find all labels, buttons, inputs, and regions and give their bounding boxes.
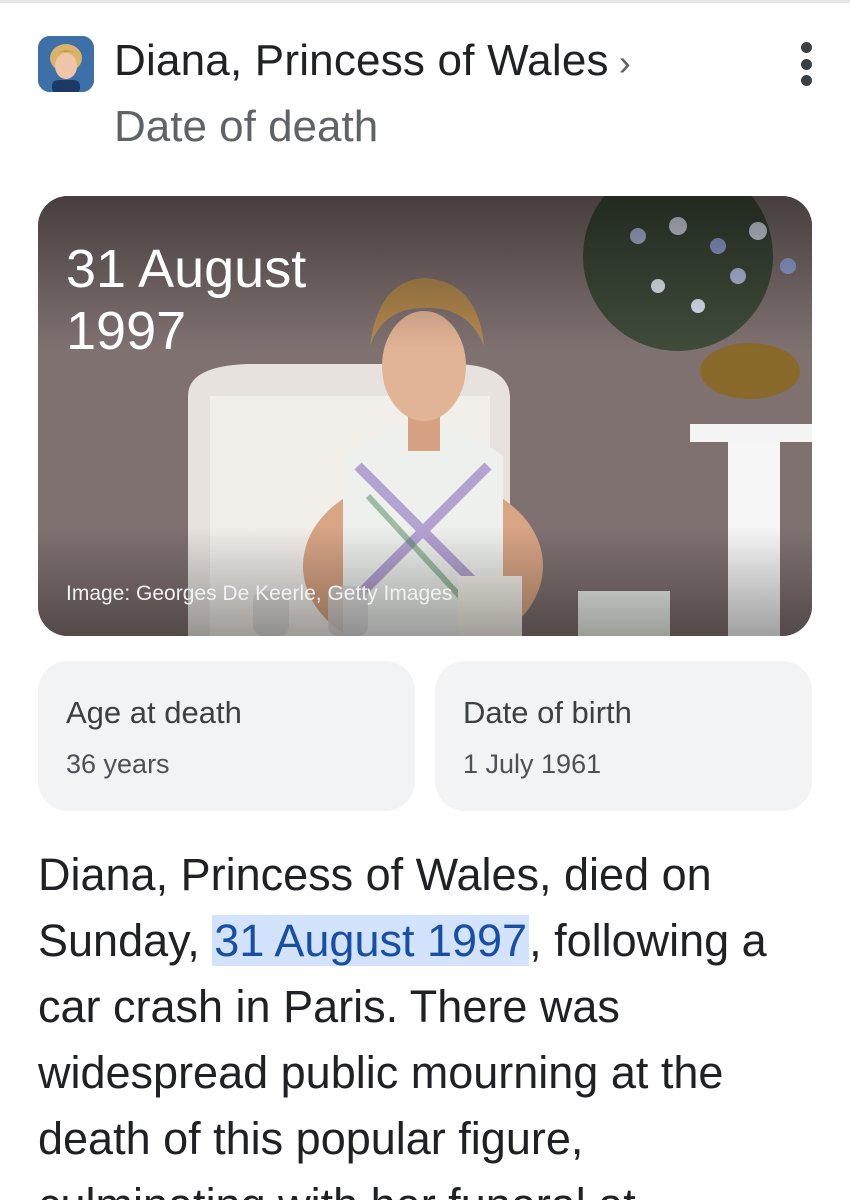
chip-date-of-birth[interactable]: Date of birth 1 July 1961	[435, 661, 812, 811]
chip-age-at-death[interactable]: Age at death 36 years	[38, 661, 415, 811]
chip-label: Age at death	[66, 695, 242, 730]
chip-label: Date of birth	[463, 695, 632, 730]
more-vert-icon[interactable]	[794, 42, 818, 86]
chevron-right-icon: ›	[618, 42, 631, 83]
image-credit: Image: Georges De Keerle, Getty Images	[66, 582, 453, 605]
hero-image-card[interactable]: 31 August 1997 Image: Georges De Keerle,…	[38, 196, 812, 636]
description-text: Diana, Princess of Wales, died on Sunday…	[38, 842, 818, 1200]
highlighted-date: 31 August 1997	[212, 915, 530, 966]
entity-title-link[interactable]: Diana, Princess of Wales ›	[114, 36, 631, 86]
entity-name: Diana, Princess of Wales	[114, 36, 609, 85]
portrait-thumbnail-icon	[38, 36, 94, 92]
chip-value: 1 July 1961	[463, 749, 602, 779]
top-divider	[0, 0, 850, 3]
chip-value: 36 years	[66, 749, 170, 779]
hero-date-text: 31 August 1997	[66, 239, 307, 361]
attribute-title: Date of death	[114, 102, 379, 151]
entity-header: Diana, Princess of Wales › Date of death	[38, 34, 818, 164]
entity-avatar[interactable]	[38, 36, 94, 92]
